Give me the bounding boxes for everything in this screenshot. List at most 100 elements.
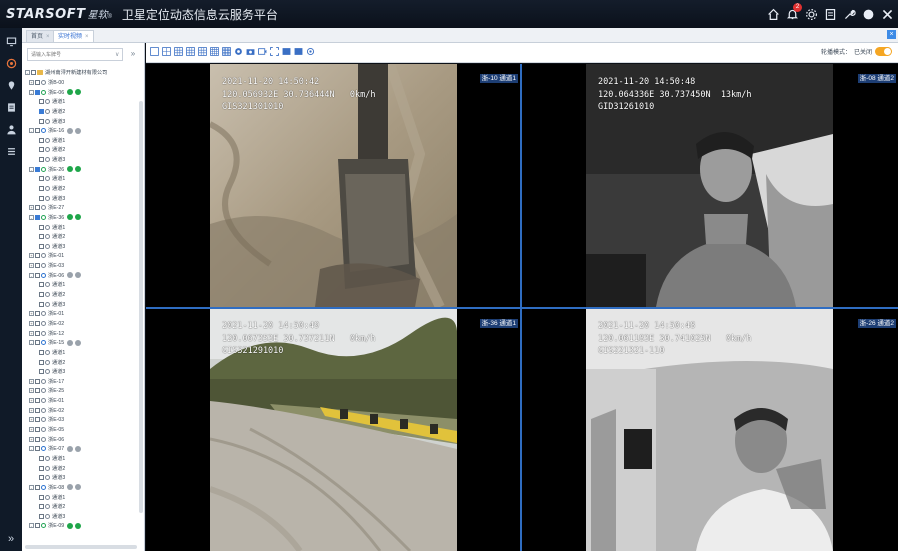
fullscreen-icon[interactable] xyxy=(270,47,279,56)
layout-25-icon[interactable] xyxy=(222,47,231,56)
tree-expand-icon[interactable]: - xyxy=(29,89,34,95)
tree-checkbox[interactable] xyxy=(39,118,44,124)
tree-vehicle-node[interactable]: + 浙E-03 xyxy=(25,261,141,271)
theme-icon[interactable] xyxy=(861,7,875,21)
tree-expand-icon[interactable]: + xyxy=(29,436,34,442)
tree-vehicle-node[interactable]: - 浙E-16 xyxy=(25,126,141,136)
tree-expand-icon[interactable]: - xyxy=(29,166,34,172)
tree-vehicle-node[interactable]: + 浙E-03 xyxy=(25,415,141,425)
tree-expand-icon[interactable]: + xyxy=(29,417,34,423)
tree-expand-icon[interactable]: - xyxy=(29,446,34,452)
tree-expand-icon[interactable]: - xyxy=(29,484,34,490)
tree-expand-icon[interactable]: + xyxy=(29,205,34,211)
snapshot-icon[interactable] xyxy=(246,47,255,56)
search-dropdown-icon[interactable]: ∨ xyxy=(115,51,119,58)
tree-checkbox[interactable] xyxy=(35,378,40,384)
tree-checkbox[interactable] xyxy=(39,108,44,114)
tree-channel-node[interactable]: 通道1 xyxy=(25,280,141,290)
monitor-icon[interactable] xyxy=(282,47,291,56)
phone-icon[interactable] xyxy=(67,445,74,452)
video-cell-3[interactable]: 2021-11-20 14:50:49 120.067353E 30.73721… xyxy=(146,309,520,551)
tree-checkbox[interactable] xyxy=(39,224,44,230)
talk-icon[interactable] xyxy=(258,47,267,56)
tree-checkbox[interactable] xyxy=(35,436,40,442)
tree-expand-icon[interactable]: + xyxy=(29,320,34,326)
tree-expand-icon[interactable]: - xyxy=(29,340,34,346)
phone-icon[interactable] xyxy=(67,127,74,134)
home-icon[interactable] xyxy=(766,7,780,21)
tree-checkbox[interactable] xyxy=(39,455,44,461)
close-icon[interactable] xyxy=(880,7,894,21)
tree-channel-node[interactable]: 通道1 xyxy=(25,454,141,464)
screen-icon[interactable] xyxy=(294,47,303,56)
tree-vehicle-node[interactable]: + 浙E-01 xyxy=(25,309,141,319)
tree-expand-icon[interactable]: + xyxy=(29,253,34,259)
phone-icon[interactable] xyxy=(67,522,74,529)
tree-checkbox[interactable] xyxy=(39,475,44,481)
layout-9-icon[interactable] xyxy=(198,47,207,56)
tree-checkbox[interactable] xyxy=(35,417,40,423)
play-icon[interactable] xyxy=(75,445,82,452)
tree-channel-node[interactable]: 通道2 xyxy=(25,184,141,194)
tree-checkbox[interactable] xyxy=(39,349,44,355)
tree-checkbox[interactable] xyxy=(39,465,44,471)
tree-channel-node[interactable]: 通道3 xyxy=(25,511,141,521)
layout-1-icon[interactable] xyxy=(150,47,159,56)
tree-horizontal-scrollbar[interactable] xyxy=(25,545,137,549)
video-cell-1[interactable]: 2021-11-20 14:50:42 120.056932E 30.73644… xyxy=(146,64,520,307)
phone-icon[interactable] xyxy=(67,272,74,279)
layout-16-icon[interactable] xyxy=(210,47,219,56)
tree-channel-node[interactable]: 通道3 xyxy=(25,473,141,483)
collapse-panel-button[interactable]: » xyxy=(127,48,139,61)
play-icon[interactable] xyxy=(75,484,82,491)
layout-4-icon[interactable] xyxy=(162,47,171,56)
tree-checkbox[interactable] xyxy=(39,359,44,365)
tree-channel-node[interactable]: 通道2 xyxy=(25,463,141,473)
phone-icon[interactable] xyxy=(67,484,74,491)
tree-expand-icon[interactable]: - xyxy=(25,70,30,76)
tree-checkbox[interactable] xyxy=(35,388,40,394)
layout-8-icon[interactable] xyxy=(186,47,195,56)
tree-vehicle-node[interactable]: - 浙E-36 xyxy=(25,213,141,223)
phone-icon[interactable] xyxy=(67,166,74,173)
tree-vehicle-node[interactable]: + 浙E-01 xyxy=(25,251,141,261)
phone-icon[interactable] xyxy=(67,89,74,96)
tree-vehicle-node[interactable]: - 浙E-09 xyxy=(25,521,141,531)
map-pin-icon[interactable] xyxy=(0,74,22,96)
tree-vehicle-node[interactable]: - 浙E-06 xyxy=(25,270,141,280)
tree-channel-node[interactable]: 通道3 xyxy=(25,155,141,165)
wrench-icon[interactable] xyxy=(842,7,856,21)
tree-checkbox[interactable] xyxy=(39,195,44,201)
tree-expand-icon[interactable]: + xyxy=(29,378,34,384)
tree-checkbox[interactable] xyxy=(35,407,40,413)
play-icon[interactable] xyxy=(75,214,82,221)
tree-checkbox[interactable] xyxy=(35,446,40,452)
tree-vehicle-node[interactable]: + 浙E-27 xyxy=(25,203,141,213)
tree-checkbox[interactable] xyxy=(39,137,44,143)
polling-mode-toggle[interactable] xyxy=(875,47,892,56)
tree-checkbox[interactable] xyxy=(39,99,44,105)
tree-vehicle-node[interactable]: + 浙E-25 xyxy=(25,386,141,396)
tree-checkbox[interactable] xyxy=(39,504,44,510)
tree-vehicle-node[interactable]: - 浙E-08 xyxy=(25,483,141,493)
play-icon[interactable] xyxy=(75,127,82,134)
tree-checkbox[interactable] xyxy=(39,186,44,191)
tree-checkbox[interactable] xyxy=(39,147,44,153)
play-icon[interactable] xyxy=(75,522,82,529)
play-icon[interactable] xyxy=(75,166,82,173)
tree-checkbox[interactable] xyxy=(39,513,44,519)
tree-channel-node[interactable]: 通道2 xyxy=(25,107,141,117)
tree-channel-node[interactable]: 通道1 xyxy=(25,492,141,502)
tree-checkbox[interactable] xyxy=(39,301,44,307)
video-icon[interactable] xyxy=(0,52,22,74)
close-all-tabs-button[interactable]: × xyxy=(887,30,896,39)
tree-checkbox[interactable] xyxy=(39,234,44,240)
tree-expand-icon[interactable]: - xyxy=(29,523,34,529)
tree-expand-icon[interactable]: + xyxy=(29,398,34,404)
tree-channel-node[interactable]: 通道3 xyxy=(25,193,141,203)
tree-checkbox[interactable] xyxy=(39,494,44,500)
tree-channel-node[interactable]: 通道3 xyxy=(25,299,141,309)
tree-checkbox[interactable] xyxy=(35,128,40,134)
tree-checkbox[interactable] xyxy=(39,243,44,249)
tree-checkbox[interactable] xyxy=(35,340,40,346)
